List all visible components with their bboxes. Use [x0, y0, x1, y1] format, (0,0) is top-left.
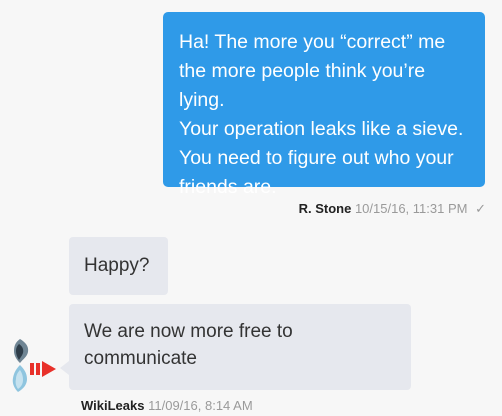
incoming-message-meta: WikiLeaks 11/09/16, 8:14 AM [81, 398, 253, 414]
outgoing-message-meta: R. Stone 10/15/16, 11:31 PM ✓ [200, 201, 486, 217]
outgoing-timestamp: 10/15/16, 11:31 PM [354, 201, 468, 216]
outgoing-line: You need to figure out who your [179, 147, 454, 169]
incoming-message-text: Happy? [84, 252, 168, 279]
incoming-sender-name: WikiLeaks [81, 398, 145, 413]
incoming-timestamp: 11/09/16, 8:14 AM [148, 398, 253, 413]
incoming-message-text: We are now more free to communicate [84, 318, 411, 372]
outgoing-line: Ha! The more you “correct” me [179, 31, 446, 53]
incoming-line: We are now more free to [84, 321, 293, 342]
incoming-message-bubble[interactable]: Happy? [69, 237, 168, 295]
incoming-message-bubble[interactable]: We are now more free to communicate [69, 304, 411, 390]
outgoing-message-bubble[interactable]: Ha! The more you “correct” me the more p… [163, 12, 485, 198]
incoming-line: Happy? [84, 255, 150, 276]
avatar[interactable] [6, 336, 62, 394]
outgoing-message-text: Ha! The more you “correct” me the more p… [179, 28, 469, 202]
outgoing-line: friends are. [179, 176, 277, 198]
read-check-icon: ✓ [475, 201, 486, 216]
incoming-line: communicate [84, 348, 197, 369]
outgoing-line: the more people think you’re lying. [179, 60, 426, 111]
outgoing-sender-name: R. Stone [298, 201, 352, 216]
hourglass-logo-icon [12, 339, 56, 392]
outgoing-line: Your operation leaks like a sieve. [179, 118, 464, 140]
